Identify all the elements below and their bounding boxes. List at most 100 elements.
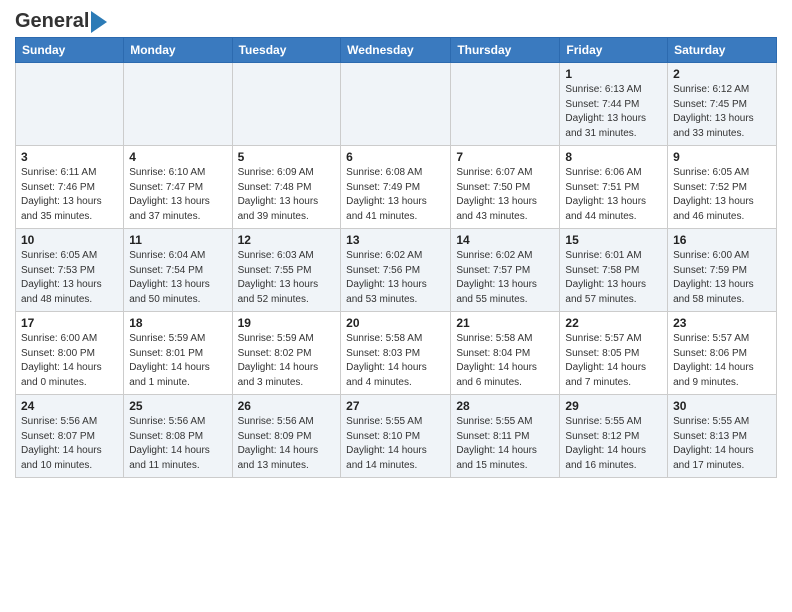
day-cell: 5Sunrise: 6:09 AM Sunset: 7:48 PM Daylig… [232,146,341,229]
day-cell: 16Sunrise: 6:00 AM Sunset: 7:59 PM Dayli… [668,229,777,312]
day-info: Sunrise: 5:56 AM Sunset: 8:07 PM Dayligh… [21,415,118,473]
day-info: Sunrise: 6:13 AM Sunset: 7:44 PM Dayligh… [565,83,662,141]
day-cell [232,63,341,146]
day-cell: 13 Sunrise: 6:02 AM Sunset: 7:56 PM Dayli… [341,229,451,312]
day-info: Sunrise: 5:59 AM Sunset: 8:02 PM Dayligh… [238,332,336,390]
day-number: 19 [238,316,336,330]
week-row-1: 1 Sunrise: 6:13 AM Sunset: 7:44 PM Daylig… [16,63,777,146]
day-cell [124,63,232,146]
day-info: Sunrise: 6:12 AM Sunset: 7:45 PM Dayligh… [673,83,771,141]
day-number: 1 [565,67,662,81]
day-header-wednesday: Wednesday [341,38,451,63]
day-info: Sunrise: 6:05 AM Sunset: 7:53 PM Dayligh… [21,249,118,307]
day-info: Sunrise: 6:02 AM Sunset: 7:56 PM Dayligh… [346,249,445,307]
day-number: 5 [238,150,336,164]
day-cell [341,63,451,146]
day-info: Sunrise: 6:06 AM Sunset: 7:51 PM Dayligh… [565,166,662,224]
calendar-table: SundayMondayTuesdayWednesdayThursdayFrid… [15,37,777,478]
day-info: Sunrise: 5:57 AM Sunset: 8:05 PM Dayligh… [565,332,662,390]
day-info: Sunrise: 5:55 AM Sunset: 8:13 PM Dayligh… [673,415,771,473]
day-cell: 22 Sunrise: 5:57 AM Sunset: 8:05 PM Dayli… [560,312,668,395]
day-info: Sunrise: 5:57 AM Sunset: 8:06 PM Dayligh… [673,332,771,390]
day-cell: 12Sunrise: 6:03 AM Sunset: 7:55 PM Dayli… [232,229,341,312]
day-cell: 20Sunrise: 5:58 AM Sunset: 8:03 PM Dayli… [341,312,451,395]
day-number: 15 [565,233,662,247]
week-row-4: 17 Sunrise: 6:00 AM Sunset: 8:00 PM Dayli… [16,312,777,395]
day-header-tuesday: Tuesday [232,38,341,63]
calendar-page: General SundayMondayTuesdayWednesdayThur… [0,0,792,493]
day-number: 26 [238,399,336,413]
day-cell: 21Sunrise: 5:58 AM Sunset: 8:04 PM Dayli… [451,312,560,395]
day-number: 23 [673,316,771,330]
logo: General [15,10,107,29]
day-header-monday: Monday [124,38,232,63]
day-cell: 10 Sunrise: 6:05 AM Sunset: 7:53 PM Dayli… [16,229,124,312]
header: General [15,10,777,29]
day-number: 25 [129,399,226,413]
day-info: Sunrise: 6:05 AM Sunset: 7:52 PM Dayligh… [673,166,771,224]
day-header-friday: Friday [560,38,668,63]
day-number: 22 [565,316,662,330]
calendar-header-row: SundayMondayTuesdayWednesdayThursdayFrid… [16,38,777,63]
day-number: 16 [673,233,771,247]
day-number: 9 [673,150,771,164]
day-cell: 15 Sunrise: 6:01 AM Sunset: 7:58 PM Dayli… [560,229,668,312]
day-cell: 4 Sunrise: 6:10 AM Sunset: 7:47 PM Daylig… [124,146,232,229]
day-number: 28 [456,399,554,413]
day-info: Sunrise: 6:07 AM Sunset: 7:50 PM Dayligh… [456,166,554,224]
day-info: Sunrise: 6:00 AM Sunset: 8:00 PM Dayligh… [21,332,118,390]
day-info: Sunrise: 6:08 AM Sunset: 7:49 PM Dayligh… [346,166,445,224]
day-cell: 1 Sunrise: 6:13 AM Sunset: 7:44 PM Daylig… [560,63,668,146]
day-number: 24 [21,399,118,413]
day-number: 29 [565,399,662,413]
day-info: Sunrise: 5:58 AM Sunset: 8:04 PM Dayligh… [456,332,554,390]
day-header-saturday: Saturday [668,38,777,63]
day-cell: 27 Sunrise: 5:55 AM Sunset: 8:10 PM Dayli… [341,395,451,478]
day-info: Sunrise: 6:10 AM Sunset: 7:47 PM Dayligh… [129,166,226,224]
day-cell: 11 Sunrise: 6:04 AM Sunset: 7:54 PM Dayli… [124,229,232,312]
day-cell: 29 Sunrise: 5:55 AM Sunset: 8:12 PM Dayli… [560,395,668,478]
day-info: Sunrise: 5:55 AM Sunset: 8:10 PM Dayligh… [346,415,445,473]
day-info: Sunrise: 5:56 AM Sunset: 8:09 PM Dayligh… [238,415,336,473]
day-info: Sunrise: 5:58 AM Sunset: 8:03 PM Dayligh… [346,332,445,390]
day-info: Sunrise: 6:02 AM Sunset: 7:57 PM Dayligh… [456,249,554,307]
day-cell: 2 Sunrise: 6:12 AM Sunset: 7:45 PM Daylig… [668,63,777,146]
calendar-body: 1 Sunrise: 6:13 AM Sunset: 7:44 PM Daylig… [16,63,777,478]
logo-arrow-icon [91,11,107,33]
day-cell: 9 Sunrise: 6:05 AM Sunset: 7:52 PM Daylig… [668,146,777,229]
day-cell: 24 Sunrise: 5:56 AM Sunset: 8:07 PM Dayli… [16,395,124,478]
day-info: Sunrise: 5:59 AM Sunset: 8:01 PM Dayligh… [129,332,226,390]
day-number: 6 [346,150,445,164]
day-cell: 18 Sunrise: 5:59 AM Sunset: 8:01 PM Dayli… [124,312,232,395]
day-number: 4 [129,150,226,164]
day-number: 27 [346,399,445,413]
day-info: Sunrise: 6:01 AM Sunset: 7:58 PM Dayligh… [565,249,662,307]
day-number: 2 [673,67,771,81]
day-info: Sunrise: 5:55 AM Sunset: 8:11 PM Dayligh… [456,415,554,473]
logo-general: General [15,10,89,33]
day-cell: 14 Sunrise: 6:02 AM Sunset: 7:57 PM Dayli… [451,229,560,312]
day-cell: 26 Sunrise: 5:56 AM Sunset: 8:09 PM Dayli… [232,395,341,478]
day-cell: 19 Sunrise: 5:59 AM Sunset: 8:02 PM Dayli… [232,312,341,395]
day-number: 10 [21,233,118,247]
day-info: Sunrise: 5:56 AM Sunset: 8:08 PM Dayligh… [129,415,226,473]
day-cell: 7Sunrise: 6:07 AM Sunset: 7:50 PM Daylig… [451,146,560,229]
week-row-2: 3Sunrise: 6:11 AM Sunset: 7:46 PM Daylig… [16,146,777,229]
day-number: 13 [346,233,445,247]
day-number: 30 [673,399,771,413]
week-row-5: 24 Sunrise: 5:56 AM Sunset: 8:07 PM Dayli… [16,395,777,478]
day-info: Sunrise: 6:11 AM Sunset: 7:46 PM Dayligh… [21,166,118,224]
day-cell: 30 Sunrise: 5:55 AM Sunset: 8:13 PM Dayli… [668,395,777,478]
week-row-3: 10 Sunrise: 6:05 AM Sunset: 7:53 PM Dayli… [16,229,777,312]
day-header-sunday: Sunday [16,38,124,63]
day-info: Sunrise: 6:04 AM Sunset: 7:54 PM Dayligh… [129,249,226,307]
day-number: 11 [129,233,226,247]
day-number: 17 [21,316,118,330]
day-number: 8 [565,150,662,164]
day-cell: 25 Sunrise: 5:56 AM Sunset: 8:08 PM Dayli… [124,395,232,478]
day-number: 18 [129,316,226,330]
day-number: 14 [456,233,554,247]
day-cell: 17 Sunrise: 6:00 AM Sunset: 8:00 PM Dayli… [16,312,124,395]
day-info: Sunrise: 5:55 AM Sunset: 8:12 PM Dayligh… [565,415,662,473]
day-cell: 28 Sunrise: 5:55 AM Sunset: 8:11 PM Dayli… [451,395,560,478]
